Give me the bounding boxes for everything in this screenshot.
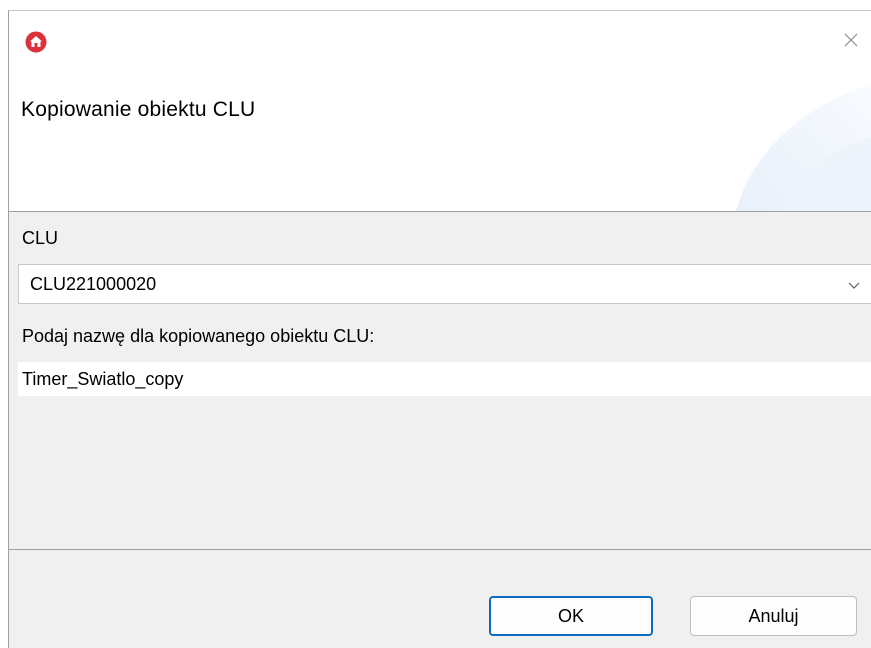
dialog-footer: OK Anuluj (9, 549, 871, 648)
header-decoration (736, 85, 871, 211)
clu-label: CLU (22, 228, 59, 248)
name-label: Podaj nazwę dla kopiowanego obiektu CLU: (22, 326, 375, 346)
title-bar (9, 11, 871, 75)
chevron-down-icon[interactable] (846, 277, 862, 293)
dialog-header: Kopiowanie obiektu CLU (9, 75, 871, 212)
name-input[interactable] (18, 362, 871, 396)
close-button[interactable] (831, 27, 871, 57)
clu-select[interactable]: CLU221000020 (18, 264, 871, 304)
dialog-content: CLU CLU221000020 Podaj nazwę dla kopiowa… (9, 212, 871, 550)
cancel-button[interactable]: Anuluj (690, 596, 857, 636)
home-icon (25, 31, 47, 53)
clu-select-value: CLU221000020 (30, 274, 157, 294)
copy-clu-dialog: Kopiowanie obiektu CLU CLU CLU221000020 … (8, 10, 871, 648)
dialog-title: Kopiowanie obiektu CLU (21, 98, 256, 121)
close-icon (843, 32, 859, 53)
ok-button[interactable]: OK (489, 596, 653, 636)
